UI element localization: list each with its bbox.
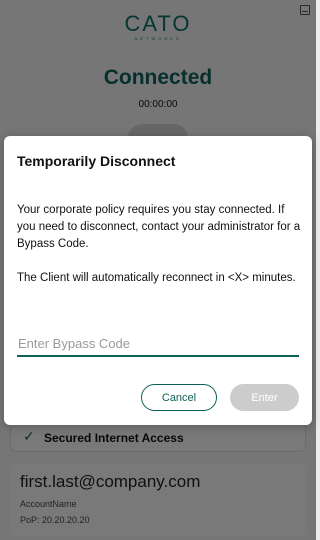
enter-button[interactable]: Enter (230, 384, 299, 411)
reconnect-message: The Client will automatically reconnect … (17, 272, 296, 284)
policy-message: Your corporate policy requires you stay … (17, 204, 301, 250)
cancel-button[interactable]: Cancel (141, 384, 217, 411)
temporarily-disconnect-dialog: Temporarily Disconnect Your corporate po… (4, 136, 312, 425)
dialog-title: Temporarily Disconnect (17, 153, 176, 169)
bypass-code-input[interactable] (17, 331, 299, 357)
dialog-message: Your corporate policy requires you stay … (17, 202, 303, 287)
